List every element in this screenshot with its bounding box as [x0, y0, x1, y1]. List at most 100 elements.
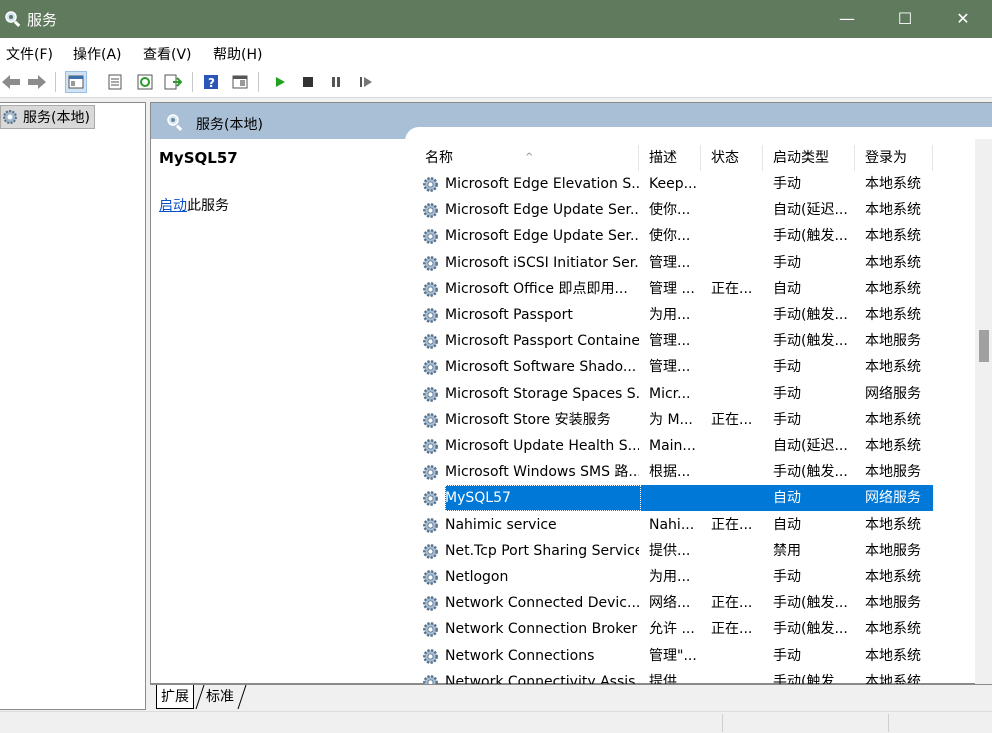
cell-startup-type: 手动 [773, 359, 801, 376]
start-service-link[interactable]: 启动 [159, 198, 187, 214]
cell-status [711, 433, 763, 459]
table-row[interactable]: Microsoft Store 安装服务 为 M... 正在... 手动 本地系统 [415, 407, 935, 433]
cell-logon-as: 本地系统 [865, 569, 921, 585]
table-row[interactable]: Network Connections 管理"... 手动 本地系统 [415, 643, 935, 669]
gear-icon [3, 110, 17, 124]
table-row[interactable]: Network Connection Broker 允许 ... 正在... 手动(触… [415, 616, 935, 642]
cell-description: 使你... [649, 202, 691, 219]
cell-description: 允许 ... [649, 621, 695, 638]
service-gear-icon [423, 334, 438, 350]
show-pane-icon[interactable] [229, 71, 251, 93]
table-row[interactable]: Microsoft Edge Update Ser... 使你... 自动(延迟..… [415, 197, 935, 223]
cell-description: 管理... [649, 359, 691, 376]
cell-logon-as: 本地系统 [865, 307, 921, 323]
table-row[interactable]: Nahimic service Nahi... 正在... 自动 本地系统 [415, 512, 935, 538]
close-button[interactable]: ✕ [934, 0, 992, 38]
cell-startup-type: 手动(触发... [773, 673, 848, 685]
service-gear-icon [423, 596, 438, 612]
cell-logon-as: 网络服务 [865, 490, 921, 507]
table-row[interactable]: Net.Tcp Port Sharing Service 提供... 禁用 本地服务 [415, 538, 935, 564]
cell-name: Microsoft Windows SMS 路... [445, 464, 639, 481]
column-header-status[interactable]: 状态 [701, 145, 763, 171]
service-gear-icon [423, 648, 438, 664]
restart-service-icon[interactable] [355, 71, 377, 93]
menu-view[interactable]: 查看(V) [143, 44, 192, 64]
table-row[interactable]: Microsoft Update Health S... Main... 自动(延迟… [415, 433, 935, 459]
table-row[interactable]: Microsoft Passport Container 管理... 手动(触发..… [415, 328, 935, 354]
cell-name: Microsoft Edge Update Ser... [445, 228, 639, 245]
cell-startup-type: 手动 [773, 176, 801, 192]
table-row[interactable]: Network Connected Devic... 网络... 正在... 手动(触… [415, 590, 935, 616]
table-row[interactable]: Network Connectivity Assis... 提供... 手动(触发.… [415, 669, 935, 685]
help-icon[interactable]: ? [200, 71, 222, 93]
back-arrow-icon[interactable] [0, 71, 22, 93]
tab-extended[interactable]: 扩展 [156, 685, 194, 709]
cell-status: 正在... [711, 516, 753, 533]
table-row[interactable]: Microsoft iSCSI Initiator Ser... 管理... 手动 本… [415, 250, 935, 276]
cell-startup-type: 手动(触发... [773, 307, 848, 323]
cell-startup-type: 自动 [773, 490, 801, 507]
table-row[interactable]: Microsoft Passport 为用... 手动(触发... 本地系统 [415, 302, 935, 328]
cell-startup-type: 手动(触发... [773, 464, 848, 481]
table-row[interactable]: Netlogon 为用... 手动 本地系统 [415, 564, 935, 590]
cell-name: Microsoft Edge Update Ser... [445, 202, 639, 219]
start-service-line: 启动此服务 [159, 195, 229, 215]
table-row[interactable]: Microsoft Edge Update Ser... 使你... 手动(触发..… [415, 223, 935, 249]
cell-description: 为 M... [649, 411, 693, 428]
stop-service-icon[interactable] [297, 71, 319, 93]
table-row[interactable]: Microsoft Edge Elevation S... Keep... 手动 本地… [415, 171, 935, 197]
tab-divider-icon [195, 685, 205, 709]
cell-status [711, 302, 763, 328]
cell-status: 正在... [711, 621, 753, 638]
column-header-startup[interactable]: 启动类型 [763, 145, 855, 171]
menu-action[interactable]: 操作(A) [73, 44, 122, 64]
service-gear-icon [423, 543, 438, 559]
cell-status [711, 354, 763, 380]
tab-standard[interactable]: 标准 [202, 685, 238, 709]
cell-status: 正在... [711, 280, 753, 297]
vertical-scrollbar[interactable] [975, 139, 992, 685]
cell-logon-as: 本地系统 [865, 176, 921, 192]
table-row[interactable]: Microsoft Software Shado... 管理... 手动 本地系统 [415, 354, 935, 380]
scrollbar-thumb[interactable] [979, 330, 989, 362]
pause-service-icon[interactable] [325, 71, 347, 93]
service-gear-icon [423, 308, 438, 323]
column-header-description[interactable]: 描述 [639, 145, 701, 171]
console-tree-icon[interactable] [65, 71, 87, 93]
table-row[interactable]: Microsoft Office 即点即用... 管理 ... 正在... 自动 本地系… [415, 276, 935, 302]
cell-name: Microsoft Update Health S... [445, 438, 639, 454]
service-gear-icon [423, 465, 438, 481]
cell-name: MySQL57 [445, 490, 511, 507]
forward-arrow-icon[interactable] [26, 71, 48, 93]
column-header-name-label: 名称 [425, 150, 453, 166]
service-gear-icon [423, 439, 438, 454]
cell-startup-type: 手动 [773, 569, 801, 585]
cell-description: 管理... [649, 333, 691, 350]
refresh-icon[interactable] [134, 71, 156, 93]
table-row[interactable]: Microsoft Storage Spaces S... Micr... 手动 网络… [415, 381, 935, 407]
service-gear-icon [423, 517, 438, 533]
minimize-button[interactable]: — [818, 0, 876, 38]
column-header-logon[interactable]: 登录为 [855, 145, 933, 171]
service-gear-icon [423, 203, 438, 219]
table-row[interactable]: MySQL57 自动 网络服务 [415, 485, 935, 512]
content-pane: 服务(本地) MySQL57 启动此服务 名称 ^ 描述 状态 启动类型 登录为… [150, 102, 992, 685]
start-service-icon[interactable] [269, 71, 291, 93]
tree-item-services-local[interactable]: 服务(本地) [0, 105, 95, 129]
table-row[interactable]: Microsoft Windows SMS 路... 根据... 手动(触发... 本… [415, 459, 935, 485]
cell-name: Netlogon [445, 569, 509, 585]
maximize-button[interactable]: ☐ [876, 0, 934, 38]
content-header-label: 服务(本地) [196, 117, 263, 133]
cell-logon-as: 本地服务 [865, 542, 921, 559]
menu-help[interactable]: 帮助(H) [213, 44, 262, 64]
menu-file[interactable]: 文件(F) [6, 44, 53, 64]
column-header-name[interactable]: 名称 ^ [415, 145, 639, 171]
cell-name: Nahimic service [445, 516, 557, 533]
service-gear-icon [423, 386, 438, 402]
cell-description: 提供... [649, 542, 691, 559]
export-list-icon[interactable] [162, 71, 184, 93]
start-service-suffix: 此服务 [187, 198, 229, 214]
service-gear-icon [423, 177, 438, 192]
cell-status: 正在... [711, 595, 753, 612]
properties-icon[interactable] [104, 71, 126, 93]
